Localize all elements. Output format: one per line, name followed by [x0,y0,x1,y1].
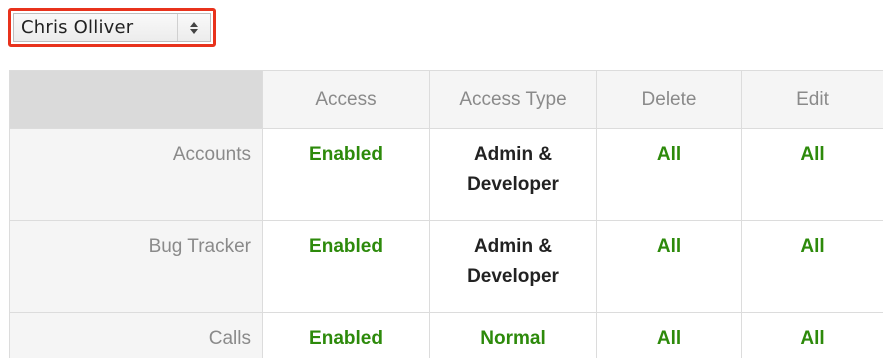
access-type-cell[interactable]: Admin & Developer [429,220,597,313]
select-arrows-icon[interactable] [177,14,210,41]
access-table: Access Access Type Delete Edit Accounts … [9,70,883,358]
row-header-accounts: Accounts [9,128,263,221]
edit-cell[interactable]: All [741,128,883,221]
table-row: Bug Tracker Enabled Admin & Developer Al… [9,220,883,313]
access-cell[interactable]: Enabled [262,220,430,313]
edit-cell[interactable]: All [741,312,883,358]
edit-cell[interactable]: All [741,220,883,313]
user-select-value: Chris Olliver [21,17,134,38]
delete-cell[interactable]: All [596,312,742,358]
table-header-row: Access Access Type Delete Edit [9,70,883,129]
column-header-access-type: Access Type [429,70,597,129]
delete-cell[interactable]: All [596,220,742,313]
user-select[interactable]: Chris Olliver [13,13,211,42]
row-header-bug-tracker: Bug Tracker [9,220,263,313]
row-header-calls: Calls [9,312,263,358]
access-type-line2: Developer [467,266,559,287]
table-row: Calls Enabled Normal All All [9,312,883,358]
access-type-cell[interactable]: Admin & Developer [429,128,597,221]
access-type-line1: Admin & [473,236,553,257]
table-row: Accounts Enabled Admin & Developer All A… [9,128,883,221]
role-access-view: Chris Olliver Access Access Type Delete … [0,0,883,358]
access-cell[interactable]: Enabled [262,312,430,358]
arrow-down-icon [190,28,198,34]
corner-cell [9,70,263,129]
column-header-delete: Delete [596,70,742,129]
delete-cell[interactable]: All [596,128,742,221]
arrow-up-icon [190,21,198,27]
column-header-access: Access [262,70,430,129]
access-cell[interactable]: Enabled [262,128,430,221]
access-type-cell[interactable]: Normal [429,312,597,358]
access-type-line1: Admin & [473,144,553,165]
access-type-line2: Developer [467,174,559,195]
column-header-edit: Edit [741,70,883,129]
